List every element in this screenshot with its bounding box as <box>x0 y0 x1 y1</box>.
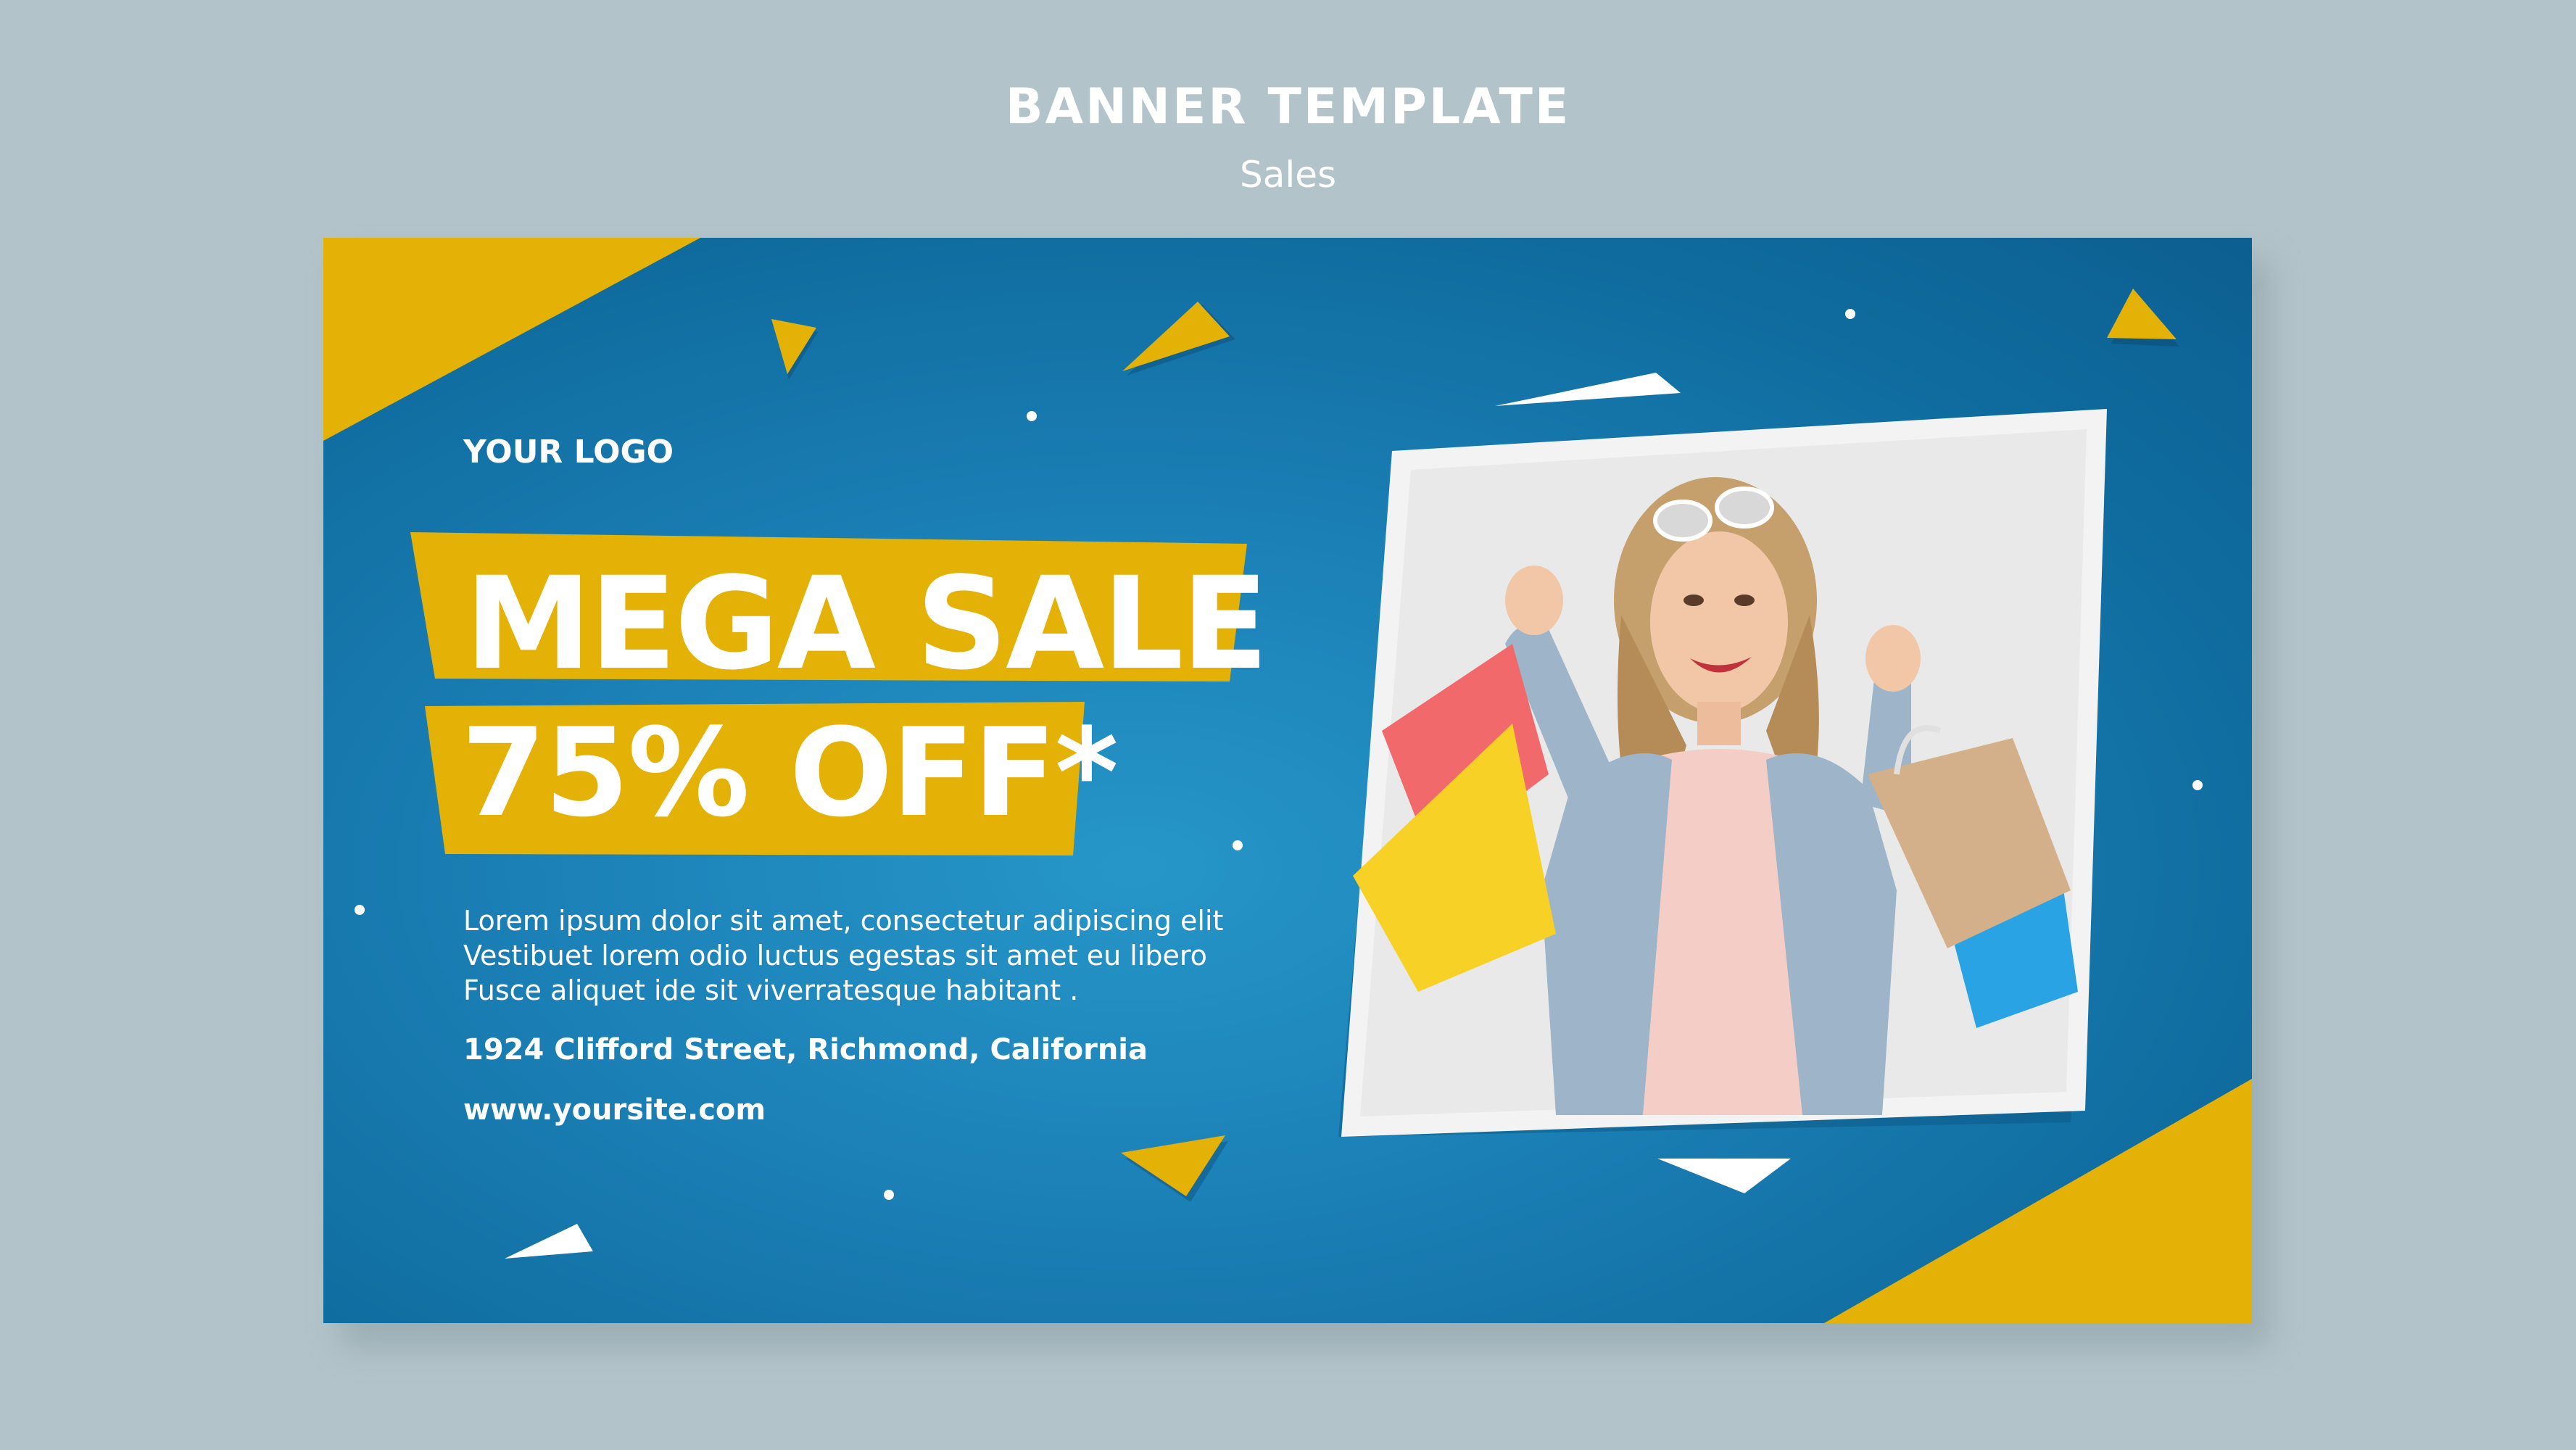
sales-banner: YOUR LOGO MEGA SALE 75% OFF* Lorem ipsum… <box>323 238 2252 1323</box>
decor-dot <box>1845 309 1855 319</box>
decor-dot <box>1233 840 1243 850</box>
corner-triangle-top-left <box>323 238 700 441</box>
headline-mega-sale: MEGA SALE <box>465 550 1269 698</box>
shape-triangle <box>505 1224 593 1259</box>
body-text-line-1: Lorem ipsum dolor sit amet, consectetur … <box>463 905 1224 937</box>
shape-triangle <box>1122 302 1230 371</box>
decor-dot <box>1027 411 1037 421</box>
page-title: BANNER TEMPLATE <box>1005 78 1571 136</box>
headline-discount: 75% OFF* <box>461 702 1119 844</box>
decor-dot <box>884 1190 894 1200</box>
photo-frame <box>1341 409 2107 1137</box>
shape-triangle <box>1495 373 1681 406</box>
body-text-line-2: Vestibuet lorem odio luctus egestas sit … <box>463 940 1207 972</box>
shape-triangle <box>1657 1159 1791 1193</box>
page: BANNER TEMPLATE Sales YOUR LOGO MEGA SAL… <box>0 0 2576 1450</box>
address-text: 1924 Clifford Street, Richmond, Californ… <box>463 1033 1148 1066</box>
website-link[interactable]: www.yoursite.com <box>463 1093 766 1127</box>
page-subtitle: Sales <box>1239 154 1337 196</box>
decor-dot <box>2192 780 2203 790</box>
logo-text: YOUR LOGO <box>463 434 674 471</box>
shape-triangle <box>2107 289 2177 339</box>
body-text-line-3: Fusce aliquet ide sit viverratesque habi… <box>463 974 1079 1006</box>
decor-dot <box>355 905 365 915</box>
